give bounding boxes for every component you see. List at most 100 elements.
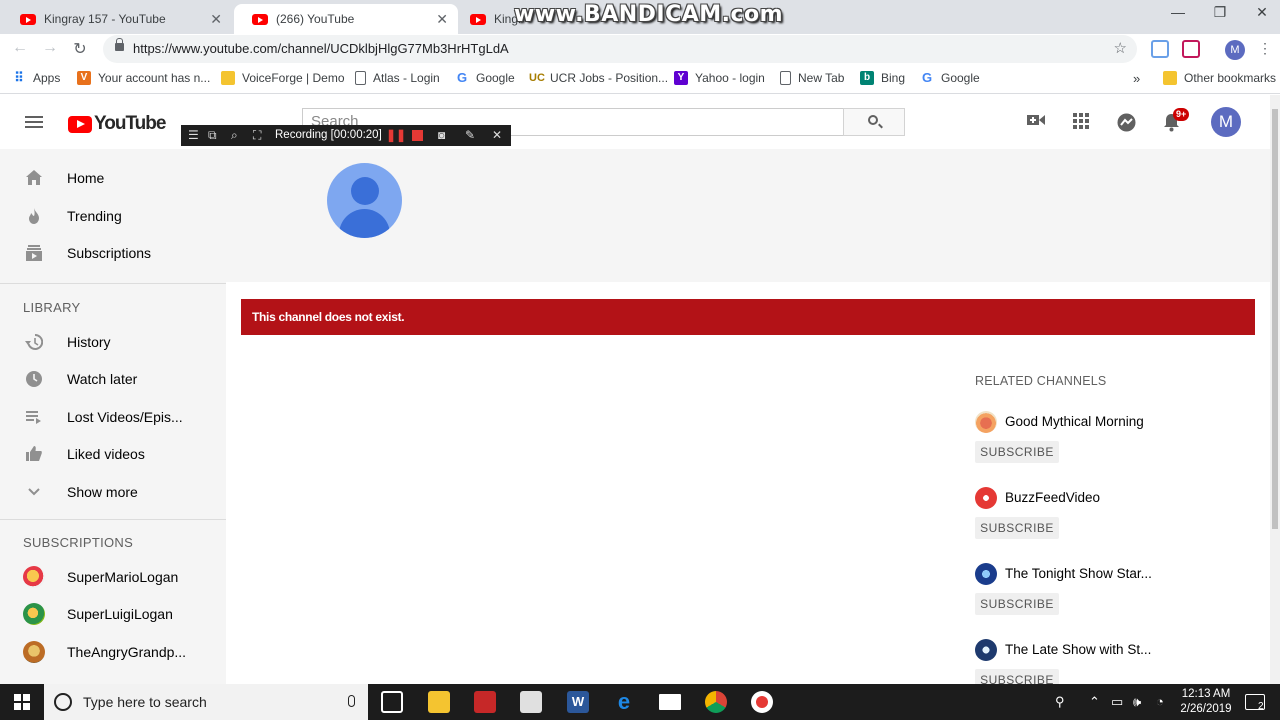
sidebar-item-subscriptions[interactable]: Subscriptions xyxy=(0,235,226,271)
sidebar-item-history[interactable]: History xyxy=(0,324,226,360)
minimize-icon[interactable]: — xyxy=(1156,4,1200,20)
apps-grid-icon[interactable] xyxy=(1073,113,1089,129)
scrollbar-thumb[interactable] xyxy=(1272,109,1278,529)
browser-profile-avatar[interactable]: M xyxy=(1225,40,1245,60)
bookmark-item[interactable]: Atlas - Login xyxy=(355,71,440,85)
bandicam-record-icon[interactable] xyxy=(751,691,773,713)
forward-arrow-icon[interactable]: → xyxy=(39,39,61,57)
tab-close-icon[interactable]: ✕ xyxy=(436,11,448,28)
sidebar-item-watch-later[interactable]: Watch later xyxy=(0,361,226,397)
channel-avatar[interactable] xyxy=(975,639,997,661)
sidebar-subscription-item[interactable]: SuperLuigiLogan xyxy=(0,596,226,632)
menu-icon[interactable]: ☰ xyxy=(188,128,199,142)
channel-avatar[interactable] xyxy=(975,563,997,585)
bookmark-item[interactable]: VoiceForge | Demo xyxy=(221,71,345,85)
search-button[interactable] xyxy=(843,108,905,136)
playlist-icon xyxy=(26,411,41,424)
browser-tab[interactable]: Kingray 157 - YouTube ✕ xyxy=(2,4,232,34)
account-avatar[interactable]: M xyxy=(1211,107,1241,137)
create-video-icon[interactable] xyxy=(1027,113,1045,127)
pencil-icon[interactable]: ✎ xyxy=(465,128,475,142)
browser-tab-active[interactable]: (266) YouTube ✕ xyxy=(234,4,458,34)
bookmark-label: VoiceForge | Demo xyxy=(242,71,345,85)
extension-icon[interactable] xyxy=(1182,40,1200,58)
mail-icon[interactable] xyxy=(659,694,681,710)
close-icon[interactable]: ✕ xyxy=(492,128,502,142)
tab-close-icon[interactable]: ✕ xyxy=(210,11,222,28)
url-field[interactable]: https://www.youtube.com/channel/UCDklbjH… xyxy=(103,35,1137,63)
taskbar-search-input[interactable]: Type here to search xyxy=(44,684,368,720)
channel-avatar[interactable] xyxy=(975,487,997,509)
bookmark-item[interactable]: Y Yahoo - login xyxy=(674,71,765,85)
sidebar-item-home[interactable]: Home xyxy=(0,160,226,196)
screenshot-camera-icon[interactable]: ◙ xyxy=(438,128,445,142)
page-scrollbar[interactable] xyxy=(1270,95,1280,684)
hamburger-menu-icon[interactable] xyxy=(25,116,43,128)
battery-icon[interactable]: ▭ xyxy=(1111,694,1123,710)
youtube-logo[interactable]: YouTube xyxy=(68,113,166,135)
pause-icon[interactable]: ❚❚ xyxy=(386,128,406,142)
reload-icon[interactable]: ↻ xyxy=(69,39,91,59)
bookmark-item[interactable]: New Tab xyxy=(780,71,844,85)
bookmark-item[interactable]: G Google xyxy=(920,71,980,86)
back-arrow-icon[interactable]: ← xyxy=(9,39,31,57)
bookmark-item[interactable]: b Bing xyxy=(860,71,905,85)
subscribe-button[interactable]: SUBSCRIBE xyxy=(975,593,1059,615)
related-channel-name[interactable]: Good Mythical Morning xyxy=(1005,414,1144,429)
channel-page: This channel does not exist. RELATED CHA… xyxy=(226,149,1270,691)
sidebar-item-playlist[interactable]: Lost Videos/Epis... xyxy=(0,399,226,435)
tab-title: (266) YouTube xyxy=(276,12,355,26)
sidebar-item-trending[interactable]: Trending xyxy=(0,198,226,234)
sidebar-item-liked-videos[interactable]: Liked videos xyxy=(0,436,226,472)
bookmark-item[interactable]: UC UCR Jobs - Position... xyxy=(529,71,668,85)
window-mode-icon[interactable]: ⧉ xyxy=(208,128,217,143)
file-explorer-icon[interactable] xyxy=(428,691,450,713)
subscribe-button[interactable]: SUBSCRIBE xyxy=(975,441,1059,463)
channel-avatar xyxy=(23,603,45,625)
sidebar-item-show-more[interactable]: Show more xyxy=(0,474,226,510)
subscribe-button[interactable]: SUBSCRIBE xyxy=(975,517,1059,539)
microphone-icon[interactable] xyxy=(348,695,355,707)
sidebar-item-label: TheAngryGrandp... xyxy=(67,644,187,660)
system-clock[interactable]: 12:13 AM 2/26/2019 xyxy=(1178,687,1234,717)
bookmark-apps[interactable]: ⠿ Apps xyxy=(12,71,60,86)
mcafee-icon[interactable] xyxy=(474,691,496,713)
channel-avatar[interactable] xyxy=(975,411,997,433)
volume-icon[interactable]: 🕪 xyxy=(1133,694,1141,710)
store-icon[interactable] xyxy=(520,691,542,713)
show-hidden-icons-icon[interactable]: ⌃ xyxy=(1089,694,1100,710)
bookmark-star-icon[interactable]: ☆ xyxy=(1114,35,1127,63)
sidebar-divider xyxy=(0,519,226,520)
fullscreen-region-icon[interactable]: ⛶ xyxy=(253,128,261,143)
notification-count-badge: 9+ xyxy=(1173,108,1190,121)
library-heading: LIBRARY xyxy=(23,300,81,315)
bookmark-label: Bing xyxy=(881,71,906,85)
restore-icon[interactable]: ❐ xyxy=(1198,4,1242,21)
stop-icon[interactable] xyxy=(412,130,423,141)
chrome-icon[interactable] xyxy=(705,691,727,713)
related-channel-name[interactable]: BuzzFeedVideo xyxy=(1005,490,1100,505)
sidebar-subscription-item[interactable]: TheAngryGrandp... xyxy=(0,634,226,670)
bookmark-item[interactable]: V Your account has n... xyxy=(77,71,210,85)
people-icon[interactable]: ⚲ xyxy=(1055,694,1065,710)
bookmarks-overflow-icon[interactable]: » xyxy=(1133,71,1140,86)
messages-icon[interactable] xyxy=(1117,113,1136,132)
related-channel-name[interactable]: The Tonight Show Star... xyxy=(1005,566,1152,581)
url-text: https://www.youtube.com/channel/UCDklbjH… xyxy=(133,41,509,56)
related-channel-name[interactable]: The Late Show with St... xyxy=(1005,642,1151,657)
bookmark-item[interactable]: G Google xyxy=(455,70,515,86)
extension-icon[interactable] xyxy=(1151,40,1169,58)
word-icon[interactable]: W xyxy=(567,691,589,713)
bandicam-watermark: www.BANDICAM.com xyxy=(514,2,784,27)
window-close-icon[interactable]: ✕ xyxy=(1240,4,1280,21)
sidebar-item-label: Home xyxy=(67,170,105,186)
wifi-icon[interactable]: ◔ xyxy=(1156,694,1164,709)
edge-icon[interactable]: e xyxy=(613,691,635,713)
windows-start-icon[interactable] xyxy=(14,694,30,710)
browser-menu-icon[interactable]: ⋮ xyxy=(1258,40,1272,58)
task-view-icon[interactable] xyxy=(381,691,403,713)
other-bookmarks[interactable]: Other bookmarks xyxy=(1163,71,1276,85)
region-select-icon[interactable]: ⌕ xyxy=(231,128,238,143)
sidebar-subscription-item[interactable]: SuperMarioLogan xyxy=(0,559,226,595)
google-icon: G xyxy=(456,70,468,85)
